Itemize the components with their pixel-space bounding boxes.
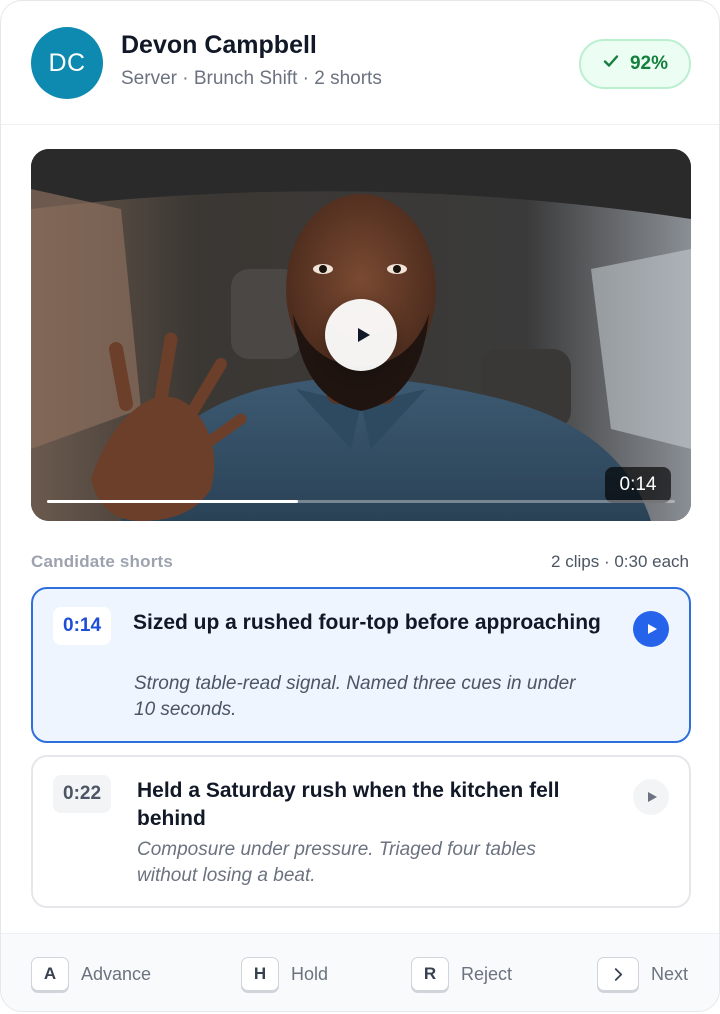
action-bar: A Advance H Hold R Reject Next bbox=[1, 933, 719, 1011]
clip-timestamp: 0:22 bbox=[53, 775, 112, 813]
next-label: Next bbox=[651, 963, 689, 984]
clip-title: Sized up a rushed four-top before approa… bbox=[133, 611, 601, 634]
reject-action[interactable]: R Reject bbox=[411, 957, 512, 991]
match-score-badge: 92% bbox=[579, 39, 691, 89]
clip-play-button[interactable] bbox=[633, 779, 669, 815]
avatar: DC bbox=[31, 27, 103, 99]
hold-action[interactable]: H Hold bbox=[241, 957, 328, 991]
hold-key[interactable]: H bbox=[241, 957, 279, 991]
shorts-section-meta: 2 clips · 0:30 each bbox=[551, 552, 689, 571]
candidate-name: Devon Campbell bbox=[121, 31, 317, 59]
next-key[interactable] bbox=[597, 957, 639, 991]
clip-timestamp: 0:14 bbox=[53, 607, 112, 645]
chevron-right-icon bbox=[614, 967, 622, 981]
video-player[interactable]: 0:14 bbox=[31, 149, 691, 521]
clip-description: Composure under pressure. Triaged four t… bbox=[137, 839, 536, 886]
check-icon bbox=[602, 52, 620, 76]
clip-card[interactable]: 0:14 Sized up a rushed four-top before a… bbox=[31, 587, 691, 743]
reject-label: Reject bbox=[461, 963, 513, 984]
clip-card[interactable]: 0:22 Held a Saturday rush when the kitch… bbox=[31, 755, 691, 908]
reject-key[interactable]: R bbox=[411, 957, 449, 991]
play-icon bbox=[647, 624, 657, 634]
video-play-button[interactable] bbox=[325, 299, 397, 371]
advance-key[interactable]: A bbox=[31, 957, 69, 991]
play-icon bbox=[647, 792, 657, 802]
clip-play-button[interactable] bbox=[633, 611, 669, 647]
shorts-section-title: Candidate shorts bbox=[31, 552, 174, 571]
next-action[interactable]: Next bbox=[597, 957, 688, 991]
hold-label: Hold bbox=[291, 963, 329, 984]
match-score: 92% bbox=[629, 53, 669, 74]
candidate-header: DC Devon Campbell Server · Brunch Shift … bbox=[1, 1, 719, 125]
candidate-review-card: DC Devon Campbell Server · Brunch Shift … bbox=[0, 0, 720, 1012]
video-timestamp: 0:14 bbox=[605, 467, 671, 503]
play-icon bbox=[357, 328, 370, 342]
clip-description: Strong table-read signal. Named three cu… bbox=[134, 673, 576, 720]
clip-title: Held a Saturday rush when the kitchen fe… bbox=[137, 779, 560, 830]
advance-action[interactable]: A Advance bbox=[31, 957, 151, 991]
advance-label: Advance bbox=[81, 963, 152, 984]
candidate-subtitle: Server · Brunch Shift · 2 shorts bbox=[121, 68, 382, 89]
video-progress-fill bbox=[47, 500, 299, 503]
video-progress-bar[interactable] bbox=[47, 500, 675, 503]
